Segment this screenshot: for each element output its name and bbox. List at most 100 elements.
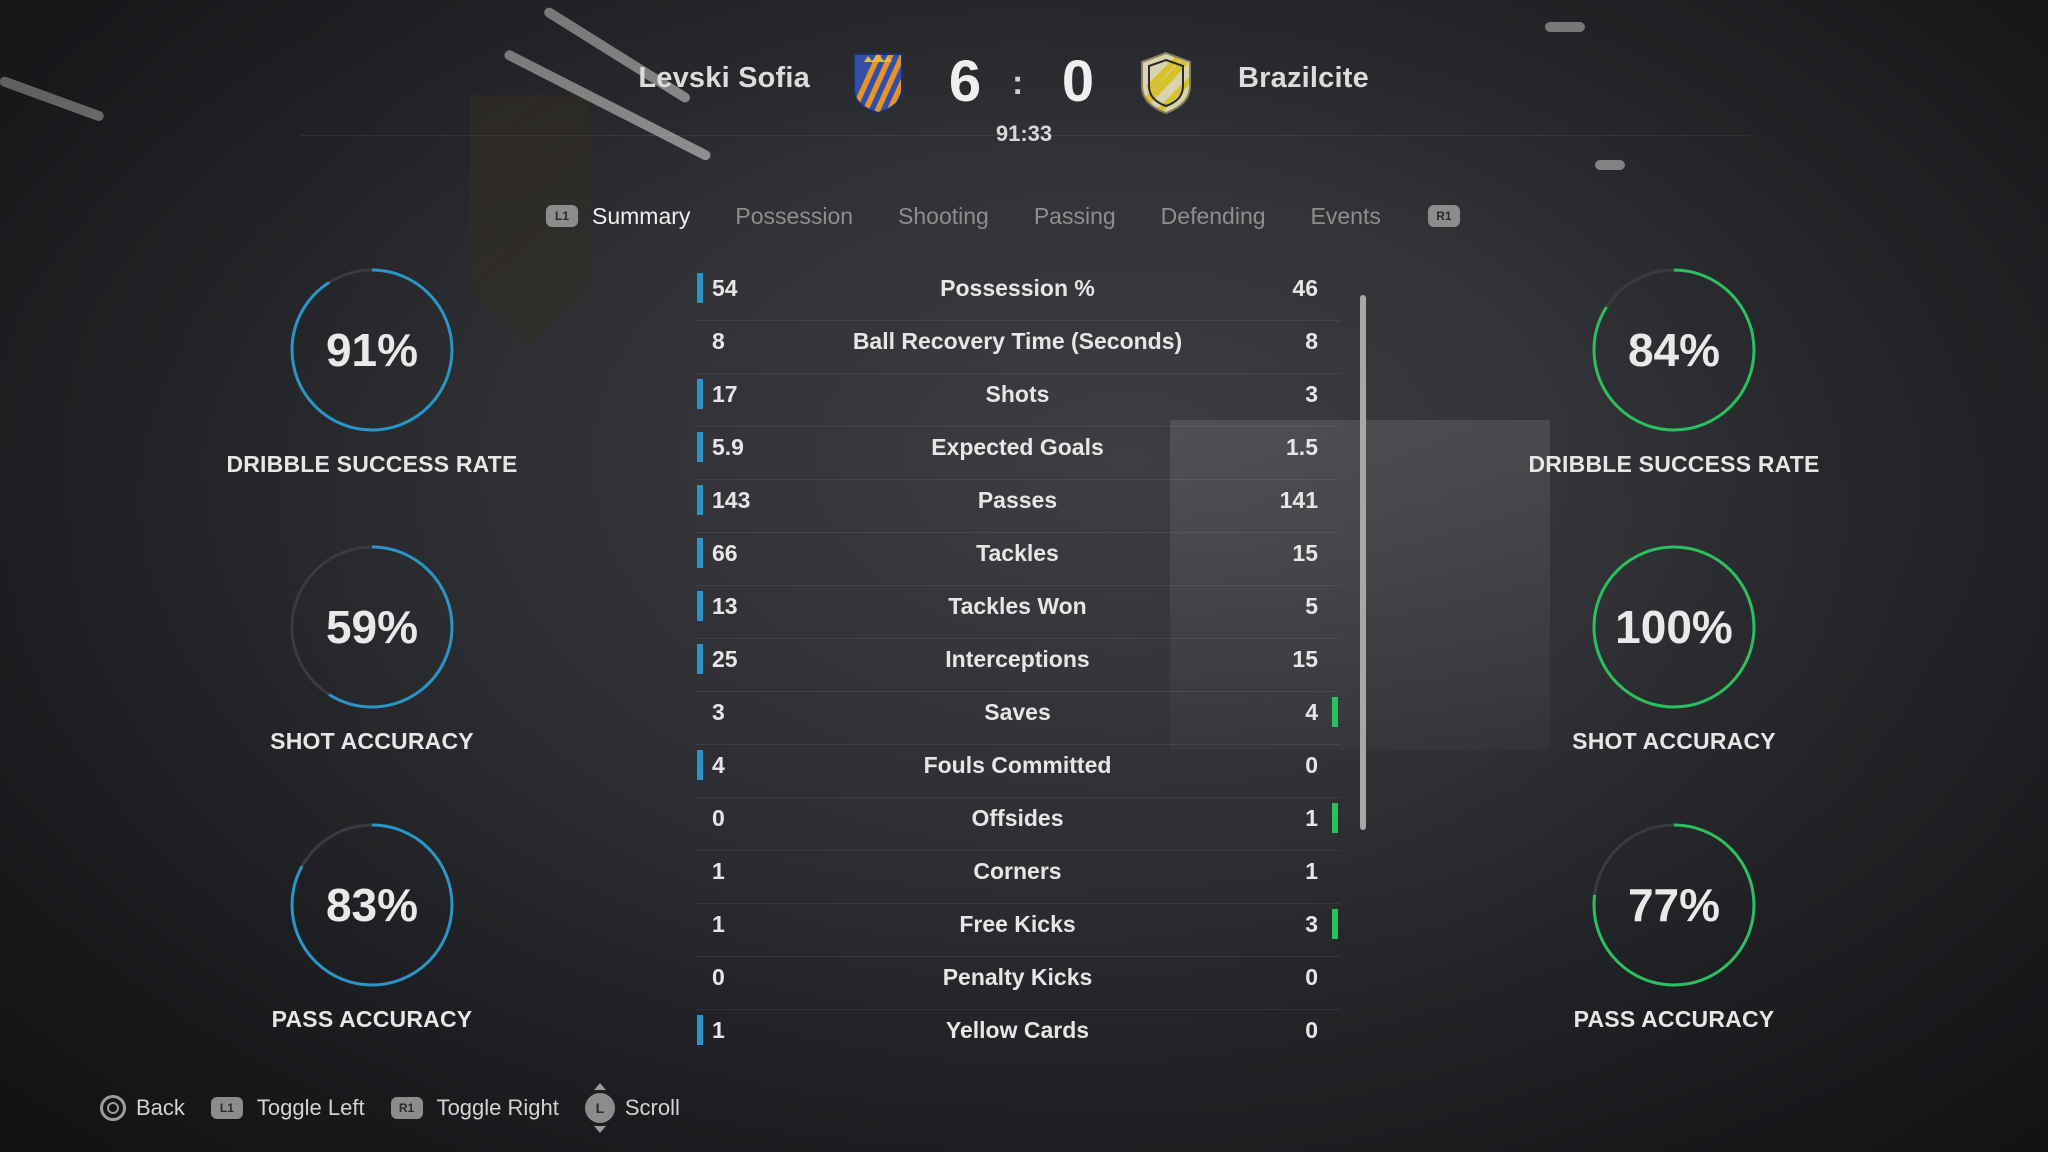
ring-label: SHOT ACCURACY xyxy=(270,728,474,754)
away-stat-value: 8 xyxy=(1305,328,1318,354)
away-lead-indicator xyxy=(1332,591,1338,621)
away-lead-indicator xyxy=(1332,326,1338,356)
stat-label: Saves xyxy=(984,699,1051,725)
away-lead-indicator xyxy=(1332,697,1338,727)
toggle-left-label: Toggle Left xyxy=(256,1095,365,1120)
away-lead-indicator xyxy=(1332,538,1338,568)
away-lead-indicator xyxy=(1332,909,1338,939)
stat-row-shots: 17 Shots 3 xyxy=(695,374,1340,427)
ring-label: SHOT ACCURACY xyxy=(1572,728,1776,754)
ring-value: 100% xyxy=(1615,601,1733,653)
stat-label: Yellow Cards xyxy=(945,1017,1090,1043)
home-dribble-success-ring: 91% DRIBBLE SUCCESS RATE xyxy=(212,265,532,478)
stats-tab-bar: L1 Summary Possession Shooting Passing D… xyxy=(546,196,1474,236)
home-score: 6 xyxy=(948,49,982,114)
r1-button-icon[interactable]: R1 xyxy=(1427,205,1460,227)
home-shot-accuracy-ring: 59% SHOT ACCURACY xyxy=(212,542,532,755)
stat-label: Tackles xyxy=(976,540,1059,566)
tab-summary[interactable]: Summary xyxy=(592,203,690,230)
ring-value: 91% xyxy=(325,324,419,376)
stat-label: Fouls Committed xyxy=(923,752,1112,778)
stat-row-free-kicks: 1 Free Kicks 3 xyxy=(695,904,1340,957)
stat-label: Possession % xyxy=(940,275,1095,301)
stat-row-tackles-won: 13 Tackles Won 5 xyxy=(695,586,1340,639)
stat-label: Tackles Won xyxy=(948,593,1087,619)
back-label: Back xyxy=(136,1095,185,1120)
stat-row-possession: 54 Possession % 46 xyxy=(695,268,1340,321)
l1-button-icon[interactable]: L1 xyxy=(546,205,578,227)
tab-events[interactable]: Events xyxy=(1311,203,1381,230)
toggle-left-button[interactable]: L1 Toggle Left xyxy=(210,1095,365,1121)
away-score: 0 xyxy=(1061,49,1095,114)
away-lead-indicator xyxy=(1332,644,1338,674)
stat-row-offsides: 0 Offsides 1 xyxy=(695,798,1340,851)
away-team-crest xyxy=(1141,51,1191,115)
away-lead-indicator xyxy=(1332,856,1338,886)
away-stat-value: 1 xyxy=(1305,805,1318,831)
left-stick-icon: L xyxy=(584,1083,615,1133)
away-dribble-success-ring: 84% DRIBBLE SUCCESS RATE xyxy=(1514,265,1834,478)
away-lead-indicator xyxy=(1332,273,1338,303)
button-hint-bar: Back L1 Toggle Left R1 Toggle Right L Sc… xyxy=(100,1083,706,1133)
ring-label: DRIBBLE SUCCESS RATE xyxy=(226,451,518,477)
ring-value: 83% xyxy=(325,879,419,931)
tab-defending[interactable]: Defending xyxy=(1161,203,1266,230)
away-stat-value: 1.5 xyxy=(1286,434,1318,460)
stat-label: Penalty Kicks xyxy=(942,964,1093,990)
scrollbar-thumb[interactable] xyxy=(1360,295,1366,830)
away-team-name: Brazilcite xyxy=(1238,62,1369,94)
stat-row-interceptions: 25 Interceptions 15 xyxy=(695,639,1340,692)
ceiling-light xyxy=(0,75,106,123)
stat-row-fouls-committed: 4 Fouls Committed 0 xyxy=(695,745,1340,798)
stat-label: Expected Goals xyxy=(931,434,1104,460)
tab-shooting[interactable]: Shooting xyxy=(898,203,989,230)
away-shot-accuracy-ring: 100% SHOT ACCURACY xyxy=(1514,542,1834,755)
r1-button-icon: R1 xyxy=(390,1097,423,1119)
stat-label: Shots xyxy=(985,381,1050,407)
home-pass-accuracy-ring: 83% PASS ACCURACY xyxy=(212,820,532,1033)
stat-row-passes: 143 Passes 141 xyxy=(695,480,1340,533)
away-stat-value: 3 xyxy=(1305,381,1318,407)
scroll-hint[interactable]: L Scroll xyxy=(584,1083,680,1133)
away-stat-value: 15 xyxy=(1292,540,1318,566)
away-stat-value: 0 xyxy=(1305,752,1318,778)
ring-value: 84% xyxy=(1627,324,1721,376)
stat-row-tackles: 66 Tackles 15 xyxy=(695,533,1340,586)
ring-value: 59% xyxy=(325,601,419,653)
circle-button-icon xyxy=(100,1095,126,1121)
stat-label: Offsides xyxy=(971,805,1064,831)
stat-row-penalty-kicks: 0 Penalty Kicks 0 xyxy=(695,957,1340,1010)
stat-row-expected-goals: 5.9 Expected Goals 1.5 xyxy=(695,427,1340,480)
back-button[interactable]: Back xyxy=(100,1095,185,1121)
away-lead-indicator xyxy=(1332,803,1338,833)
stat-row-ball-recovery-time: 8 Ball Recovery Time (Seconds) 8 xyxy=(695,321,1340,374)
stat-label: Free Kicks xyxy=(959,911,1076,937)
ring-label: PASS ACCURACY xyxy=(1573,1006,1775,1032)
score-separator: : xyxy=(1012,64,1024,102)
tab-possession[interactable]: Possession xyxy=(735,203,853,230)
away-stat-value: 4 xyxy=(1305,699,1318,725)
stats-scrollbar[interactable] xyxy=(1360,295,1366,830)
ring-label: DRIBBLE SUCCESS RATE xyxy=(1528,451,1820,477)
away-lead-indicator xyxy=(1332,750,1338,780)
ring-label: PASS ACCURACY xyxy=(271,1006,473,1032)
away-stat-value: 46 xyxy=(1292,275,1318,301)
toggle-right-button[interactable]: R1 Toggle Right xyxy=(390,1095,559,1121)
match-stats-table[interactable]: 54 Possession % 46 8 Ball Recovery Time … xyxy=(695,268,1340,1062)
away-stat-value: 0 xyxy=(1305,1017,1318,1043)
stat-row-yellow-cards: 1 Yellow Cards 0 xyxy=(695,1010,1340,1062)
away-stat-value: 5 xyxy=(1305,593,1318,619)
away-stat-value: 15 xyxy=(1292,646,1318,672)
home-team-name: Levski Sofia xyxy=(638,62,810,94)
away-lead-indicator xyxy=(1332,432,1338,462)
away-lead-indicator xyxy=(1332,962,1338,992)
stat-row-saves: 3 Saves 4 xyxy=(695,692,1340,745)
away-stat-value: 1 xyxy=(1305,858,1318,884)
ceiling-light xyxy=(1595,160,1625,170)
away-stat-value: 141 xyxy=(1279,487,1318,513)
ring-value: 77% xyxy=(1627,879,1721,931)
tab-passing[interactable]: Passing xyxy=(1034,203,1116,230)
scroll-label: Scroll xyxy=(624,1095,680,1120)
ceiling-light xyxy=(1545,22,1585,32)
home-team-crest xyxy=(853,53,903,115)
